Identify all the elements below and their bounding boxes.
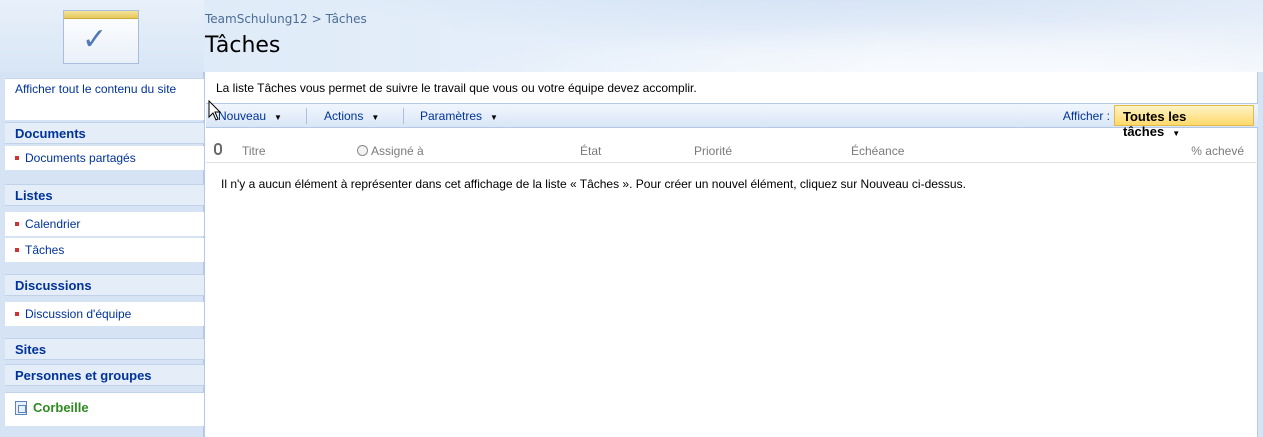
- list-column-headers: Titre Assigné à État Priorité Échéance %…: [206, 141, 1258, 163]
- actions-menu-button[interactable]: Actions ▼: [324, 109, 379, 123]
- column-header-assigned[interactable]: Assigné à: [357, 144, 424, 158]
- list-toolbar: Nouveau ▼ Actions ▼ Paramètres ▼ Afficher :…: [206, 103, 1258, 139]
- recycle-bin-label: Corbeille: [33, 400, 89, 415]
- tasks-check-icon[interactable]: ✓: [63, 10, 139, 64]
- quicklaunch-item-taches[interactable]: Tâches: [5, 238, 204, 262]
- recycle-bin-link[interactable]: Corbeille: [5, 392, 204, 426]
- breadcrumb-current[interactable]: Tâches: [326, 12, 367, 26]
- section-listes[interactable]: Listes: [5, 184, 204, 206]
- view-selector[interactable]: Toutes les tâches ▼: [1114, 105, 1254, 139]
- settings-menu-button[interactable]: Paramètres ▼: [420, 109, 498, 123]
- chevron-down-icon: ▼: [274, 113, 282, 122]
- empty-list-message: Il n'y a aucun élément à représenter dan…: [221, 177, 966, 191]
- view-all-content-link[interactable]: Afficher tout le contenu du site: [5, 78, 204, 120]
- quicklaunch-item-label: Documents partagés: [25, 151, 136, 165]
- chevron-down-icon: ▼: [490, 113, 498, 122]
- quicklaunch-item-calendrier[interactable]: Calendrier: [5, 212, 204, 236]
- toolbar-divider: [403, 108, 404, 124]
- breadcrumb-site[interactable]: TeamSchulung12: [205, 12, 308, 26]
- column-header-priority[interactable]: Priorité: [694, 144, 732, 158]
- new-menu-label: Nouveau: [218, 109, 267, 123]
- breadcrumb-separator: >: [311, 12, 322, 26]
- column-header-status[interactable]: État: [580, 144, 601, 158]
- section-personnes-groupes[interactable]: Personnes et groupes: [5, 364, 204, 386]
- quicklaunch-item-documents-partages[interactable]: Documents partagés: [5, 146, 204, 170]
- settings-menu-label: Paramètres: [420, 109, 483, 123]
- section-discussions[interactable]: Discussions: [5, 274, 204, 296]
- bullet-icon: [15, 221, 19, 226]
- bullet-icon: [15, 155, 19, 160]
- chevron-down-icon: ▼: [1172, 129, 1181, 138]
- logo-area: ✓: [0, 0, 204, 72]
- presence-icon: [357, 145, 368, 156]
- right-border: [1258, 72, 1263, 437]
- bullet-icon: [15, 311, 19, 316]
- view-label: Afficher :: [1062, 109, 1110, 123]
- section-sites[interactable]: Sites: [5, 338, 204, 360]
- recycle-bin-icon: [15, 400, 27, 415]
- checkmark-glyph: ✓: [82, 22, 108, 57]
- quicklaunch-item-discussion-equipe[interactable]: Discussion d'équipe: [5, 302, 204, 326]
- toolbar-divider: [306, 108, 307, 124]
- quicklaunch-item-label: Discussion d'équipe: [25, 307, 132, 321]
- breadcrumb: TeamSchulung12 > Tâches: [205, 12, 367, 26]
- column-header-complete[interactable]: % achevé: [1191, 144, 1244, 158]
- paperclip-icon: [214, 143, 222, 155]
- quicklaunch-item-label: Tâches: [25, 243, 65, 257]
- page-title: Tâches: [205, 33, 281, 58]
- main-content: La liste Tâches vous permet de suivre le…: [204, 72, 1258, 437]
- section-documents[interactable]: Documents: [5, 122, 204, 144]
- chevron-down-icon: ▼: [371, 113, 380, 122]
- new-menu-button[interactable]: Nouveau ▼: [218, 109, 282, 123]
- column-header-title[interactable]: Titre: [242, 144, 266, 158]
- actions-menu-label: Actions: [324, 109, 364, 123]
- quicklaunch-item-label: Calendrier: [25, 217, 81, 231]
- header-background: [205, 0, 1263, 72]
- column-header-due[interactable]: Échéance: [851, 144, 904, 158]
- quick-launch: Afficher tout le contenu du site Documen…: [0, 72, 204, 437]
- list-description: La liste Tâches vous permet de suivre le…: [216, 81, 697, 95]
- column-header-assigned-label: Assigné à: [371, 144, 424, 158]
- logo-bar: [64, 11, 138, 19]
- bullet-icon: [15, 247, 19, 252]
